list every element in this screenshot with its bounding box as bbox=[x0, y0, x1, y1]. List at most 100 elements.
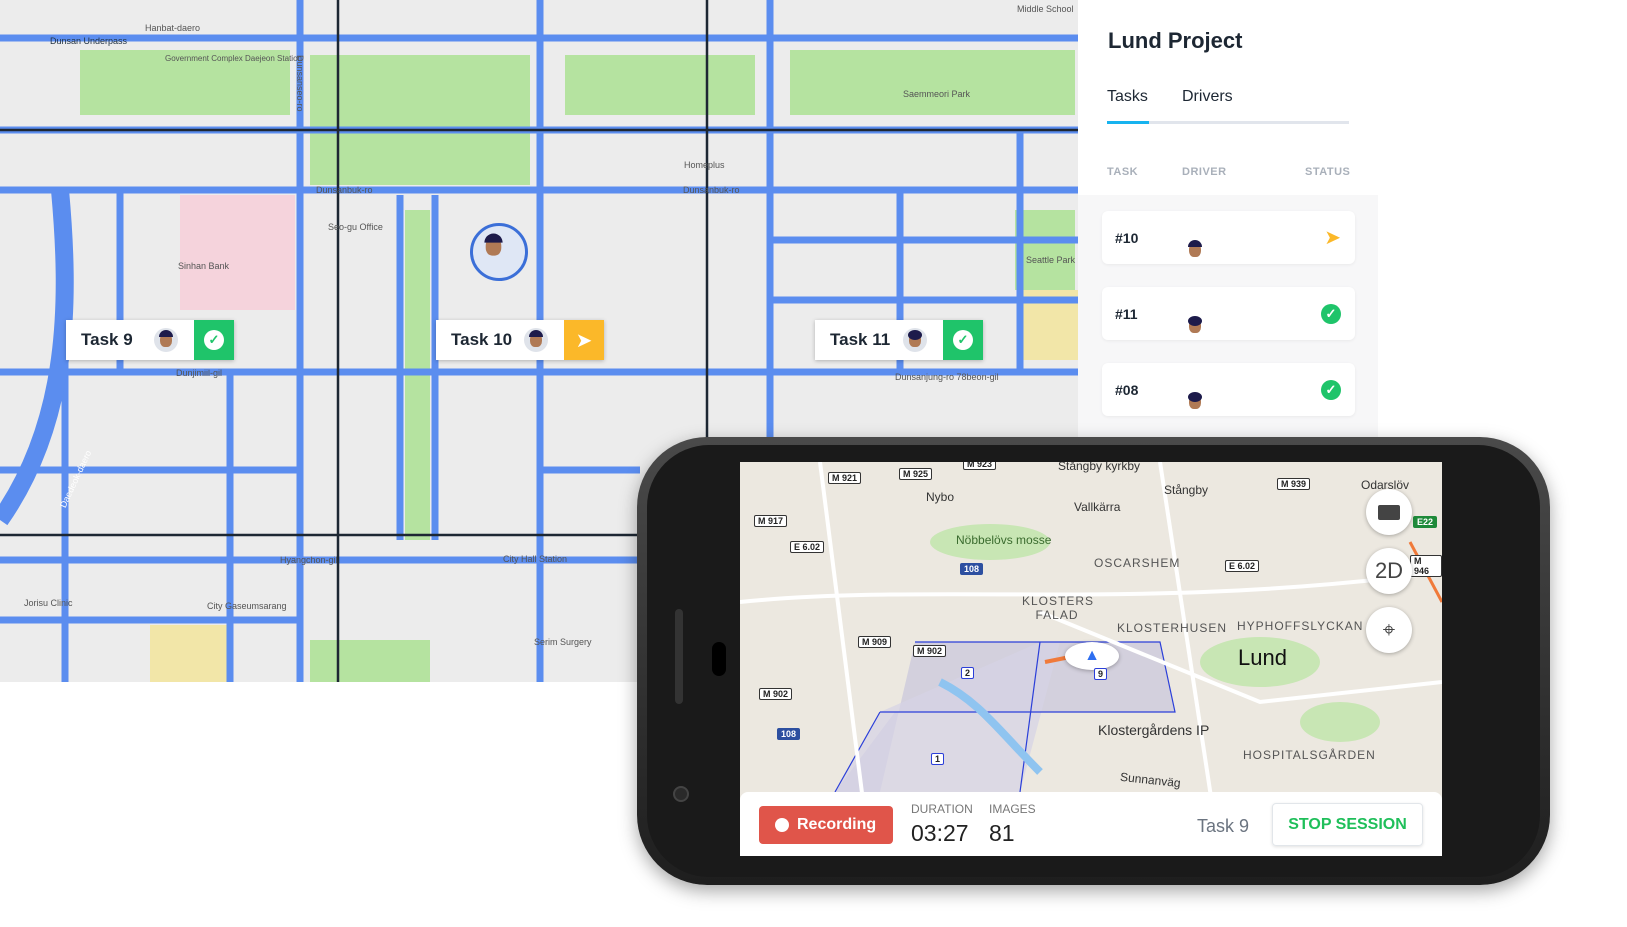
place-label: Nybo bbox=[926, 490, 955, 504]
map-mode-label: 2D bbox=[1374, 558, 1404, 583]
map-label: Dunsanjung-ro 78beon-gil bbox=[895, 372, 999, 382]
road-shield: E22 bbox=[1413, 516, 1438, 528]
task-marker-label: Task 9 bbox=[81, 330, 133, 349]
road-shield: M 909 bbox=[858, 636, 892, 648]
road-shield: M 925 bbox=[899, 468, 933, 480]
road-shield: M 921 bbox=[828, 472, 862, 484]
road-shield: 108 bbox=[777, 728, 801, 740]
driver-avatar bbox=[524, 328, 548, 352]
map-label: Dunsan Underpass bbox=[50, 36, 128, 46]
paper-plane-icon: ➤ bbox=[564, 320, 604, 360]
speaker-grille bbox=[675, 609, 683, 704]
check-icon: ✓ bbox=[953, 330, 973, 350]
segment-number: 1 bbox=[931, 753, 945, 765]
recording-label: Recording bbox=[797, 816, 877, 833]
road-shield: 108 bbox=[960, 563, 984, 575]
map-label: City Gaseumsarang bbox=[207, 601, 287, 611]
locate-button[interactable]: ⌖ bbox=[1366, 607, 1412, 653]
images-value: 81 bbox=[989, 820, 1015, 846]
road-shield: M 939 bbox=[1277, 478, 1311, 490]
road-shield: M 902 bbox=[913, 645, 947, 657]
place-label: HYPHOFFSLYCKAN bbox=[1237, 619, 1364, 633]
map-label: Hyangchon-gil bbox=[280, 555, 338, 565]
column-header-task: TASK bbox=[1107, 166, 1139, 178]
recording-button[interactable]: Recording bbox=[759, 806, 893, 844]
map-label: Homeplus bbox=[684, 160, 725, 170]
place-label: KLOSTERHUSEN bbox=[1117, 621, 1228, 635]
driver-avatar bbox=[903, 328, 927, 352]
place-label: Stångby kyrkby bbox=[1058, 462, 1141, 473]
task-row[interactable]: #11 ✓ bbox=[1102, 287, 1355, 340]
map-label-dunsanseo-ro: Dunsanseo-ro bbox=[295, 55, 305, 112]
segment-number: 9 bbox=[1094, 668, 1108, 680]
task-marker-11[interactable]: Task 11 ✓ bbox=[815, 320, 983, 360]
map-label: Jorisu Clinic bbox=[24, 598, 73, 608]
road-shield: E 6.02 bbox=[1225, 560, 1260, 572]
road-shield: E 6.02 bbox=[790, 541, 825, 553]
road-shield: M 923 bbox=[963, 462, 997, 470]
place-label: KLOSTERS FALAD bbox=[1022, 594, 1095, 622]
paper-plane-icon: ➤ bbox=[1324, 227, 1341, 249]
place-label: Klostergårdens IP bbox=[1098, 722, 1210, 738]
map-label: Hanbat-daero bbox=[145, 23, 201, 33]
place-label: HOSPITALSGÅRDEN bbox=[1243, 748, 1376, 762]
task-id: #11 bbox=[1115, 305, 1138, 322]
place-label: Stångby bbox=[1164, 483, 1209, 497]
map-label: Middle School bbox=[1017, 4, 1074, 14]
tab-drivers[interactable]: Drivers bbox=[1182, 88, 1233, 106]
map-label: City Hall Station bbox=[503, 554, 568, 564]
status-done: ✓ bbox=[194, 320, 234, 360]
place-label: Nöbbelövs mosse bbox=[956, 533, 1052, 547]
driver-avatar bbox=[154, 328, 178, 352]
place-label: Lund bbox=[1238, 645, 1287, 670]
road-shield: M 946 bbox=[1410, 555, 1442, 577]
crosshair-icon: ⌖ bbox=[1382, 617, 1396, 642]
task-marker-9[interactable]: Task 9 ✓ bbox=[66, 320, 234, 360]
task-id: #10 bbox=[1115, 229, 1139, 246]
current-task: Task 9 bbox=[1197, 816, 1250, 836]
camera-button[interactable] bbox=[1366, 489, 1412, 535]
driver-location-avatar[interactable] bbox=[470, 223, 528, 281]
task-marker-10[interactable]: Task 10 ➤ bbox=[436, 320, 604, 360]
tab-tasks[interactable]: Tasks bbox=[1107, 88, 1148, 106]
map-label: Saemmeori Park bbox=[903, 89, 971, 99]
status-done: ✓ bbox=[943, 320, 983, 360]
map-label: Dunjimiil-gil bbox=[176, 368, 223, 378]
session-bar: Recording DURATION 03:27 IMAGES 81 Task … bbox=[740, 792, 1442, 856]
task-id: #08 bbox=[1115, 381, 1139, 398]
column-header-driver: DRIVER bbox=[1182, 166, 1227, 178]
tab-indicator bbox=[1107, 121, 1349, 124]
duration-label: DURATION bbox=[911, 802, 973, 816]
place-label: Vallkärra bbox=[1074, 500, 1121, 514]
stop-session-button[interactable]: STOP SESSION bbox=[1272, 803, 1423, 846]
project-panel: Lund Project Tasks Drivers TASK DRIVER S… bbox=[1078, 0, 1378, 437]
check-icon: ✓ bbox=[1321, 303, 1341, 324]
project-title: Lund Project bbox=[1108, 28, 1243, 53]
duration-value: 03:27 bbox=[911, 820, 969, 846]
task-marker-label: Task 10 bbox=[451, 330, 513, 349]
road-shield: M 917 bbox=[754, 515, 788, 527]
column-header-status: STATUS bbox=[1305, 166, 1351, 178]
video-camera-icon bbox=[1378, 504, 1400, 520]
map-label: Dunsanbuk-ro bbox=[316, 185, 373, 195]
map-label: Serim Surgery bbox=[534, 637, 592, 647]
place-label: OSCARSHEM bbox=[1094, 556, 1181, 570]
task-row[interactable]: #10 ➤ bbox=[1102, 211, 1355, 264]
task-row[interactable]: #08 ✓ bbox=[1102, 363, 1355, 416]
task-marker-label: Task 11 bbox=[830, 330, 891, 349]
images-label: IMAGES bbox=[989, 802, 1036, 816]
check-icon: ✓ bbox=[204, 330, 224, 350]
camera-lens bbox=[673, 786, 689, 802]
map-mode-button[interactable]: 2D bbox=[1366, 548, 1412, 594]
vehicle-heading-arrow: ▲ bbox=[1065, 642, 1119, 670]
map-label: Government Complex Daejeon Station bbox=[165, 54, 302, 63]
phone-screen[interactable]: ▲ Stångby kyrkby Nybo Vallkärra Stångby … bbox=[740, 462, 1442, 856]
map-label: Seattle Park bbox=[1026, 255, 1076, 265]
map-label: Dunsanbuk-ro bbox=[683, 185, 740, 195]
map-label: Sinhan Bank bbox=[178, 261, 230, 271]
earpiece bbox=[712, 642, 726, 676]
map-label: Seo-gu Office bbox=[328, 222, 383, 232]
road-shield: M 902 bbox=[759, 688, 793, 700]
record-dot-icon bbox=[775, 818, 789, 832]
check-icon: ✓ bbox=[1321, 379, 1341, 400]
